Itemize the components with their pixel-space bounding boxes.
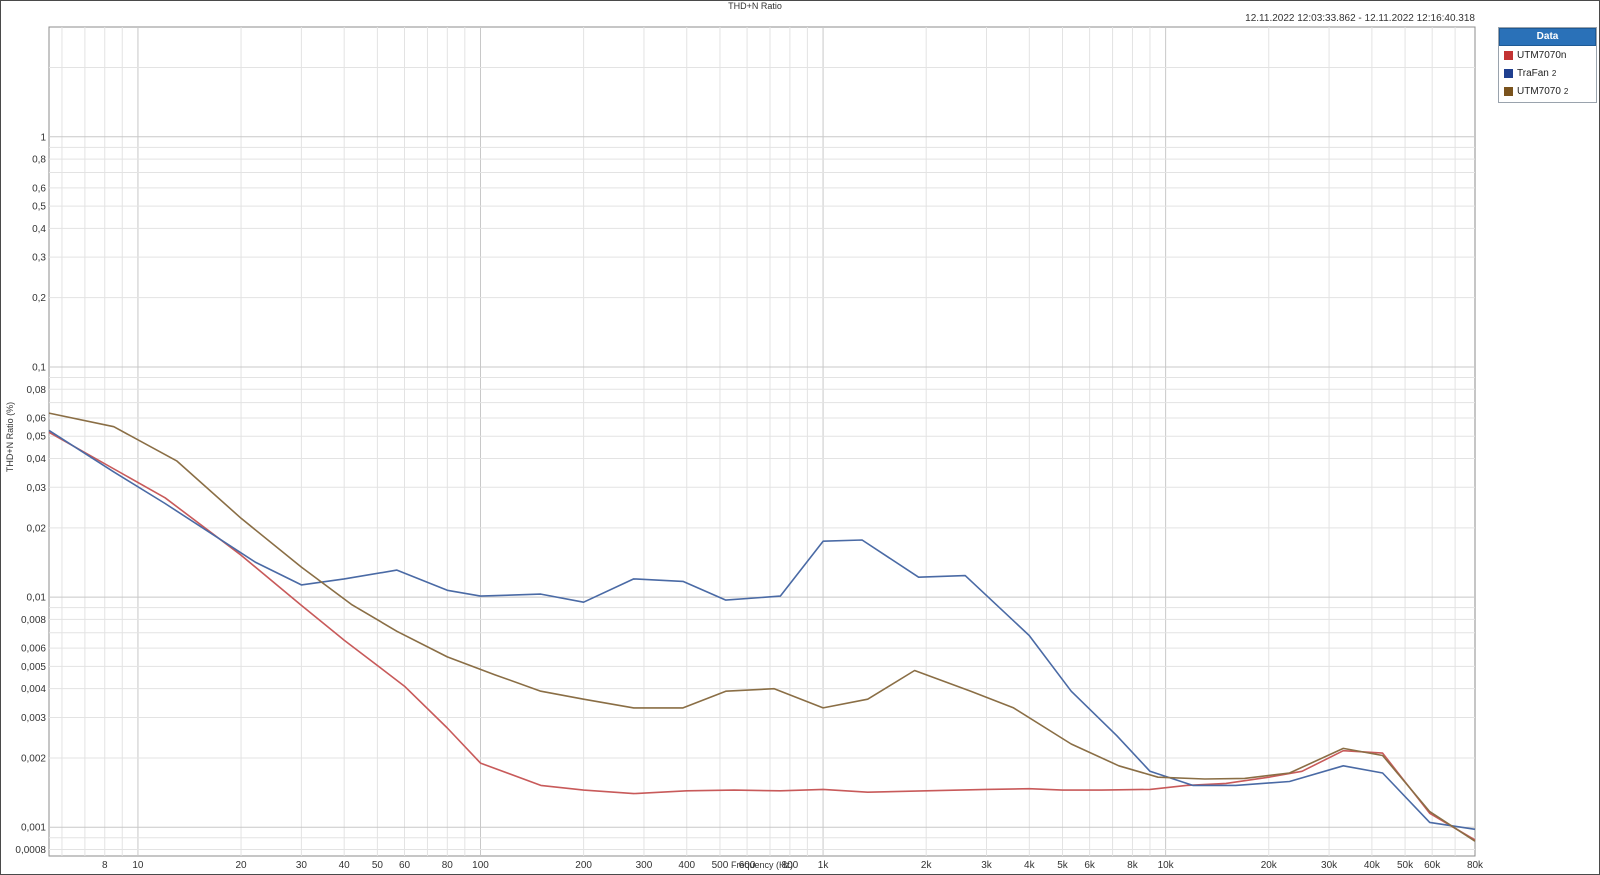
x-axis-label: Frequency (Hz)	[730, 860, 793, 870]
legend-label: TraFan	[1517, 67, 1549, 79]
y-axis-label: THD+N Ratio (%)	[5, 401, 15, 473]
grid	[48, 26, 1476, 857]
y-tick-label: 0,2	[32, 293, 46, 304]
y-tick-label: 0,005	[21, 662, 46, 673]
y-tick-label: 0,008	[21, 615, 46, 626]
y-tick-label: 1	[40, 132, 46, 143]
legend-label-suffix: 2	[1563, 86, 1569, 96]
y-tick-label: 0,08	[27, 385, 47, 396]
legend-label: UTM7070n	[1517, 49, 1567, 61]
legend-swatch-icon	[1504, 50, 1513, 60]
plot-border	[48, 26, 1476, 857]
y-tick-label: 0,02	[27, 523, 47, 534]
legend-label-suffix: 2	[1551, 68, 1557, 78]
legend-item-trafan-2[interactable]: TraFan 2	[1499, 64, 1596, 82]
y-tick-label: 0,01	[27, 593, 47, 604]
y-tick-label: 0,004	[21, 684, 46, 695]
y-tick-label: 0,1	[32, 362, 46, 373]
y-tick-label: 0,05	[27, 432, 47, 443]
y-tick-label: 0,003	[21, 713, 46, 724]
legend-item-utm7070-2[interactable]: UTM7070 2	[1499, 82, 1596, 100]
plot-area[interactable]: 8 10 20 30 40 50 60 80 100 200 300 400 500 600 800 1k 2k…	[0, 0, 1600, 875]
y-tick-label: 0,006	[21, 644, 46, 655]
legend[interactable]: Data UTM7070n TraFan 2 UTM7070 2	[1498, 27, 1597, 103]
y-tick-label: 0,06	[27, 414, 47, 425]
legend-label: UTM7070	[1517, 85, 1561, 97]
y-tick-label: 0,03	[27, 483, 47, 494]
y-tick-label: 0,5	[32, 202, 46, 213]
legend-title: Data	[1499, 28, 1596, 46]
y-tick-label: 0,04	[27, 454, 47, 465]
legend-swatch-icon	[1504, 86, 1513, 96]
legend-swatch-icon	[1504, 68, 1513, 78]
legend-item-utm7070n[interactable]: UTM7070n	[1499, 46, 1596, 64]
y-tick-label: 0,4	[32, 224, 46, 235]
y-tick-label: 0,0008	[15, 845, 46, 856]
y-tick-label: 0,3	[32, 253, 46, 264]
y-tick-label: 0,002	[21, 753, 46, 764]
y-tick-label: 0,8	[32, 155, 46, 166]
y-tick-label: 0,001	[21, 823, 46, 834]
y-tick-label: 0,6	[32, 183, 46, 194]
